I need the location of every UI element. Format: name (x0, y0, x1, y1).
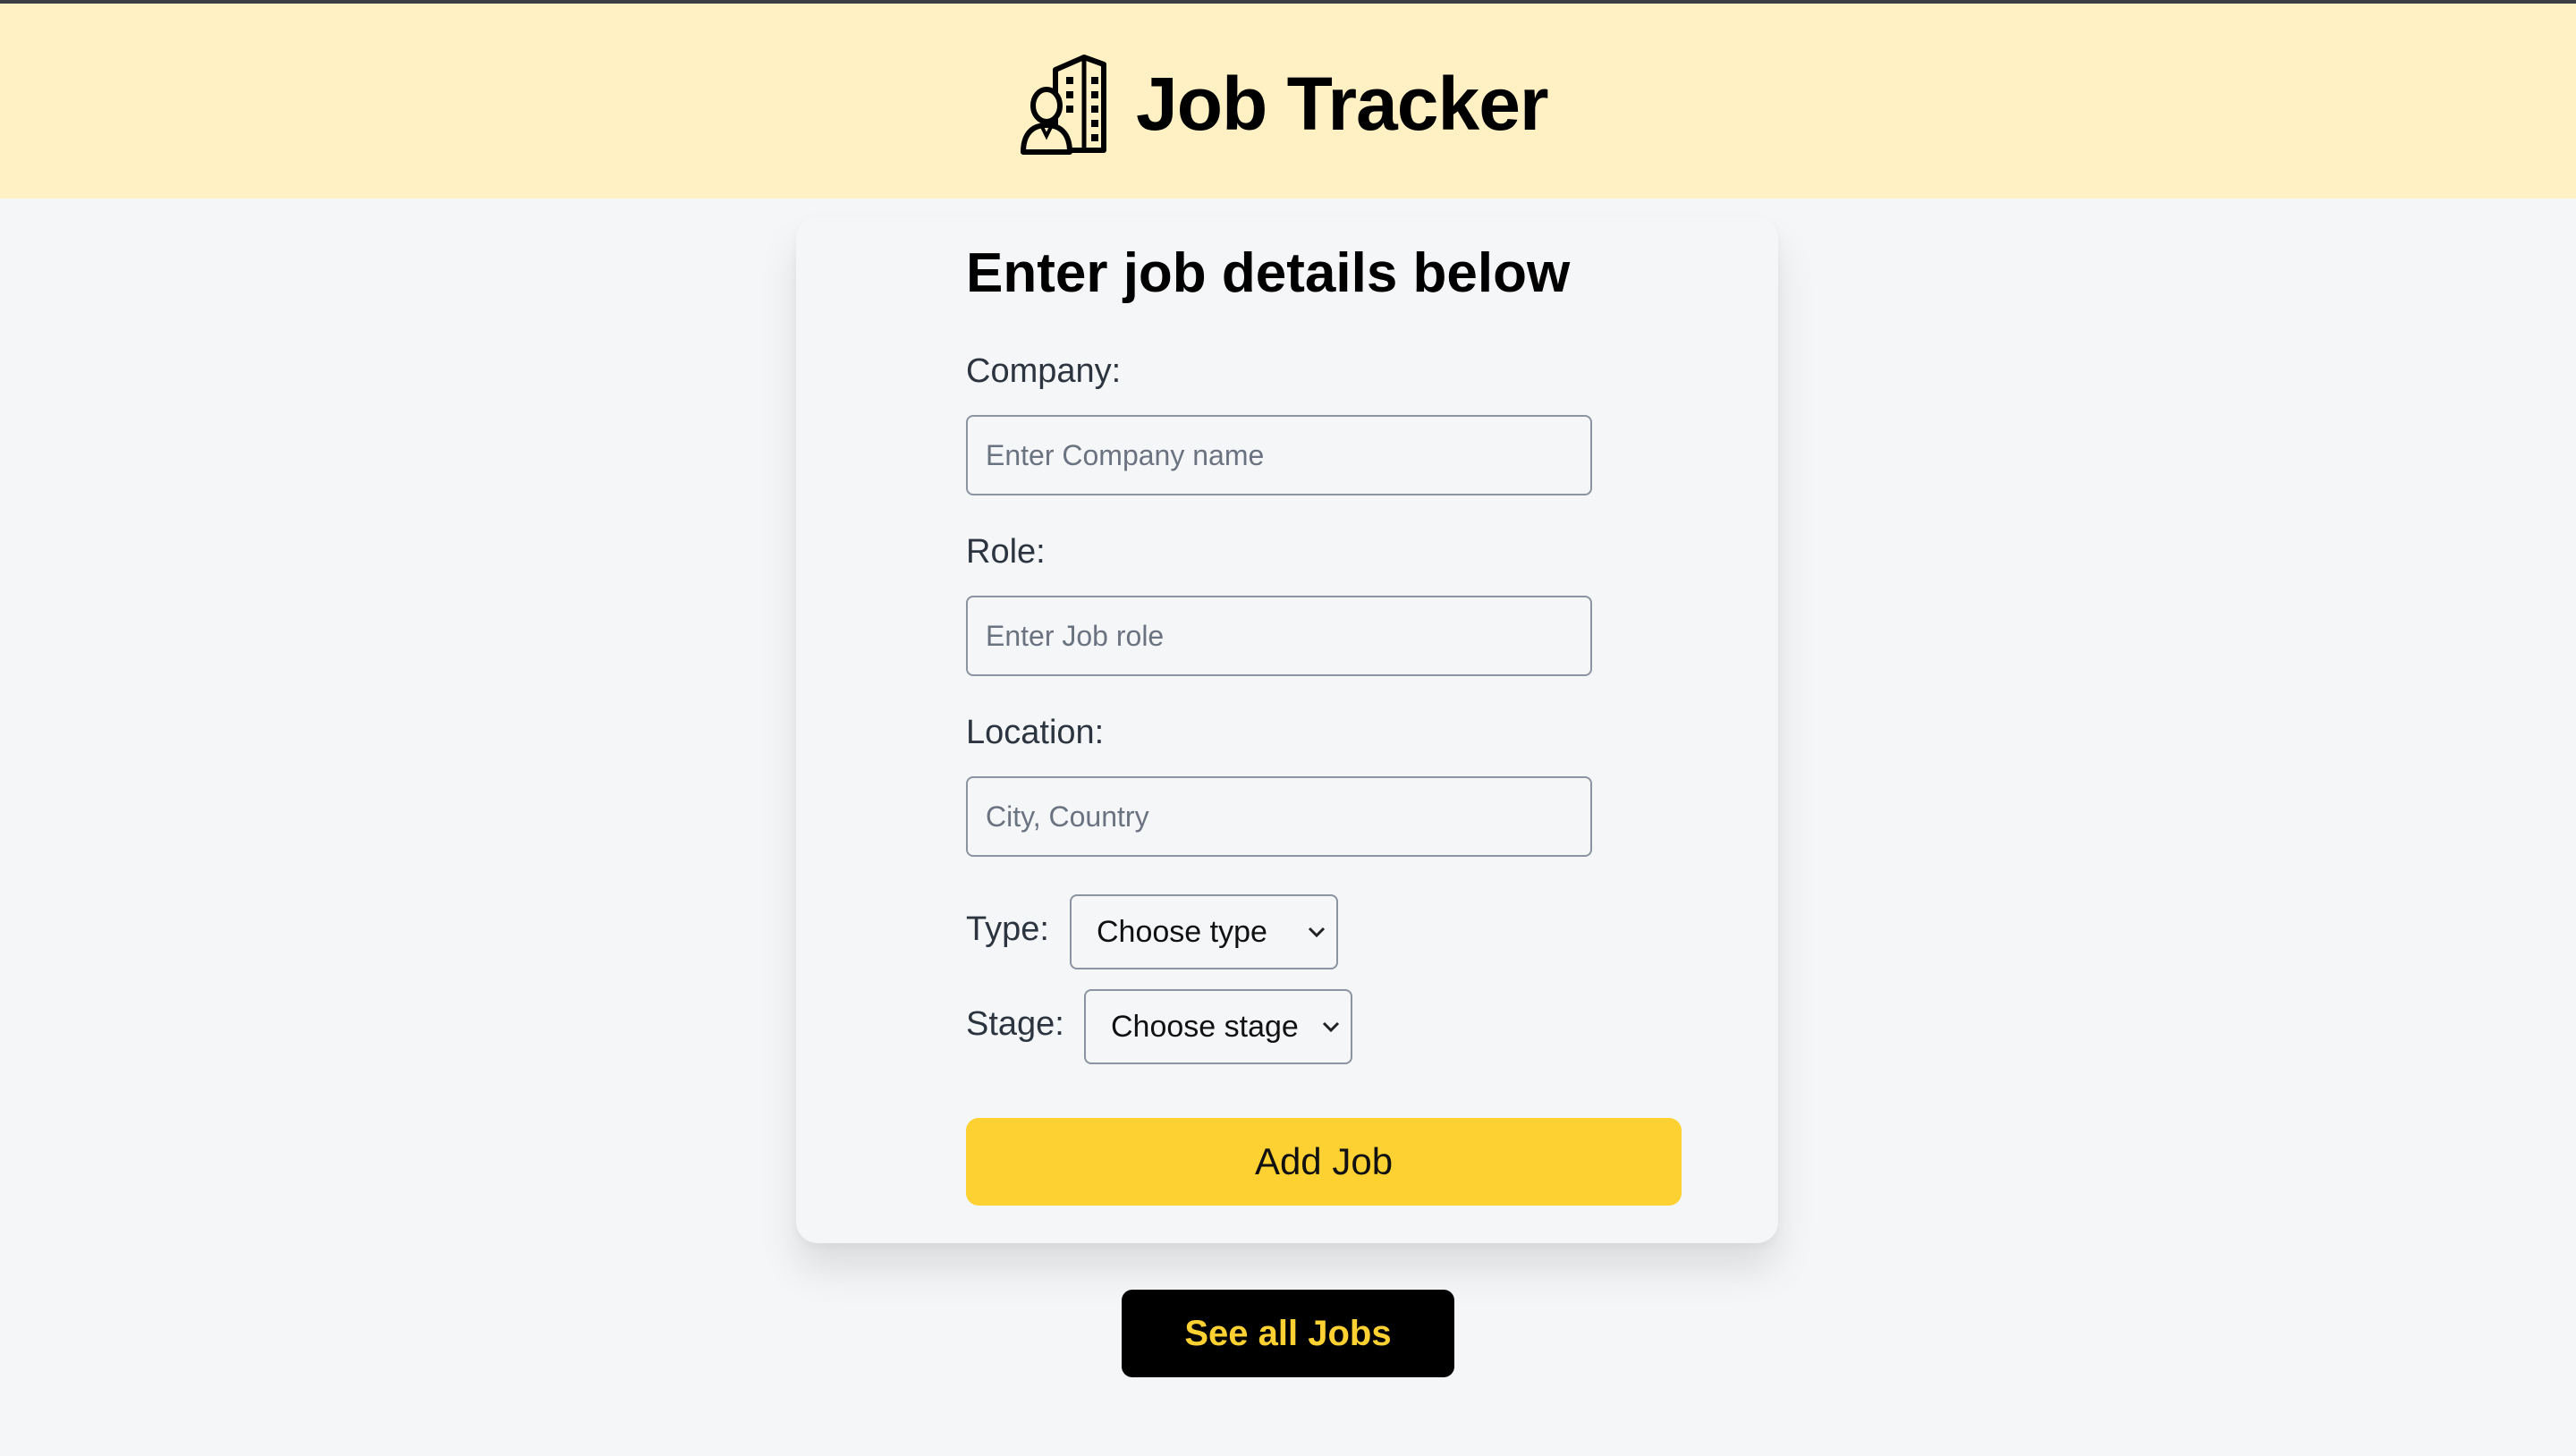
company-label: Company: (966, 352, 1122, 390)
stage-select[interactable]: Choose stage (1084, 989, 1352, 1064)
building-person-icon (1021, 55, 1106, 155)
stage-label: Stage: (966, 1005, 1064, 1043)
company-input[interactable] (966, 415, 1592, 495)
chevron-down-icon (1322, 1021, 1340, 1033)
stage-select-value: Choose stage (1111, 1009, 1299, 1044)
role-input[interactable] (966, 596, 1592, 676)
location-label: Location: (966, 714, 1105, 751)
brand: Job Tracker (1020, 50, 1549, 157)
app-title: Job Tracker (1136, 61, 1549, 146)
see-all-jobs-button[interactable]: See all Jobs (1122, 1290, 1454, 1377)
type-select[interactable]: Choose type (1070, 894, 1338, 969)
role-label: Role: (966, 533, 1046, 571)
app-header: Job Tracker (0, 4, 2576, 199)
job-form-card: Enter job details below Company: Role: L… (796, 216, 1778, 1243)
add-job-button[interactable]: Add Job (966, 1118, 1682, 1206)
type-label: Type: (966, 910, 1049, 948)
chevron-down-icon (1308, 927, 1326, 938)
type-select-value: Choose type (1097, 914, 1267, 949)
form-heading: Enter job details below (966, 242, 1571, 304)
location-input[interactable] (966, 776, 1592, 857)
